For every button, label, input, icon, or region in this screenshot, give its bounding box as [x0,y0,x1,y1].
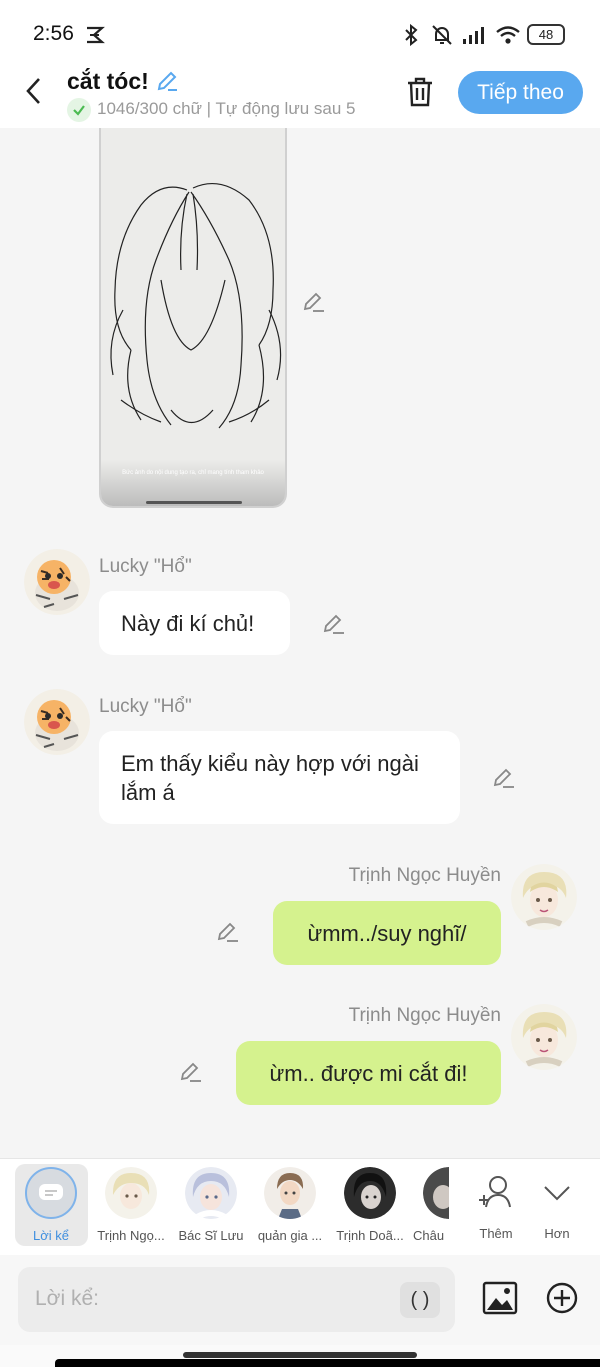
character-trinh-ngoc[interactable]: Trịnh Ngọ... [90,1164,172,1243]
pencil-icon [180,1062,201,1082]
image-icon [482,1281,518,1315]
message-bubble[interactable]: ừmm../suy nghĩ/ [273,901,501,965]
pencil-icon [323,614,344,634]
message-bubble[interactable]: ừm.. được mi cắt đi! [236,1041,501,1105]
character-avatar [423,1167,449,1219]
message-bubble[interactable]: Em thấy kiểu này hợp với ngài lắm á [99,731,460,824]
edit-message-button[interactable] [216,920,240,944]
edit-message-button[interactable] [179,1060,203,1084]
generated-image[interactable]: Bức ảnh do nội dung tạo ra, chỉ mang tín… [99,128,287,508]
signal-icon [462,22,488,48]
avatar-lucky[interactable] [24,689,90,755]
pencil-icon [303,292,324,312]
character-label: quản gia ... [257,1228,323,1243]
delete-button[interactable] [405,76,435,108]
character-label: Trịnh Doã... [336,1228,404,1243]
home-indicator[interactable] [183,1352,417,1358]
avatar-trinh-ngoc-huyen[interactable] [511,1004,577,1070]
status-time: 2:56 [33,22,74,45]
plus-circle-icon [546,1282,578,1314]
saved-check-icon [67,98,91,122]
sender-name: Lucky "Hổ" [99,556,192,577]
character-label: Trịnh Ngọ... [97,1228,165,1243]
image-upload-button[interactable] [482,1281,518,1315]
character-label: Hơn [544,1226,570,1241]
image-scroll-bar [146,501,242,504]
hair-sketch-illustration [110,182,282,429]
character-avatar [344,1167,396,1219]
character-label: Bác Sĩ Lưu [178,1228,244,1243]
pencil-icon [493,768,514,788]
tiger-avatar-icon [24,549,90,615]
trash-icon [408,77,432,107]
sender-name: Trịnh Ngọc Huyền [348,865,501,886]
character-narration[interactable]: Lời kể [10,1164,92,1243]
page-title: cắt tóc! [67,68,149,94]
character-avatar [264,1167,316,1219]
chevron-down-icon [516,1164,598,1222]
back-button[interactable] [22,76,46,106]
muted-bell-icon [429,22,455,48]
edit-message-button[interactable] [492,766,516,790]
character-label: Châu [413,1228,445,1243]
battery-indicator: 48 [527,24,565,45]
pencil-icon [217,922,238,942]
tiger-avatar-icon [24,689,90,755]
avatar-lucky[interactable] [24,549,90,615]
bluetooth-icon [400,22,422,48]
image-caption: Bức ảnh do nội dung tạo ra, chỉ mang tín… [122,470,264,476]
narration-icon [25,1167,77,1219]
chat-area[interactable]: Bức ảnh do nội dung tạo ra, chỉ mang tín… [0,128,600,1158]
input-placeholder: Lời kể: [35,1287,99,1310]
avatar-trinh-ngoc-huyen[interactable] [511,864,577,930]
more-characters-button[interactable]: Hơn [516,1164,598,1241]
bottom-edge-bar [55,1359,600,1367]
add-button[interactable] [546,1282,578,1314]
sender-name: Trịnh Ngọc Huyền [348,1005,501,1026]
character-trinh-doan[interactable]: Trịnh Doã... [329,1164,411,1243]
next-button[interactable]: Tiếp theo [458,71,583,114]
character-chau[interactable]: Châu [407,1164,449,1243]
pencil-icon [157,71,177,91]
edit-message-button[interactable] [322,612,346,636]
character-quan-gia[interactable]: quản gia ... [249,1164,331,1243]
edit-title-button[interactable] [155,69,179,93]
image-fade [101,460,285,506]
character-avatar [105,1167,157,1219]
edit-message-button[interactable] [302,290,326,314]
character-avatar [185,1167,237,1219]
user-avatar-icon [511,1004,577,1070]
word-count-status: 1046/300 chữ | Tự động lưu sau 5 [97,99,356,118]
character-label: Lời kể [33,1228,69,1243]
character-bac-si-luu[interactable]: Bác Sĩ Lưu [170,1164,252,1243]
zap-icon [84,22,106,48]
action-parentheses-button[interactable]: ( ) [400,1282,440,1318]
user-avatar-icon [511,864,577,930]
sender-name: Lucky "Hổ" [99,696,192,717]
message-bubble[interactable]: Này đi kí chủ! [99,591,290,655]
wifi-icon [494,22,522,48]
chevron-left-icon [26,78,40,104]
